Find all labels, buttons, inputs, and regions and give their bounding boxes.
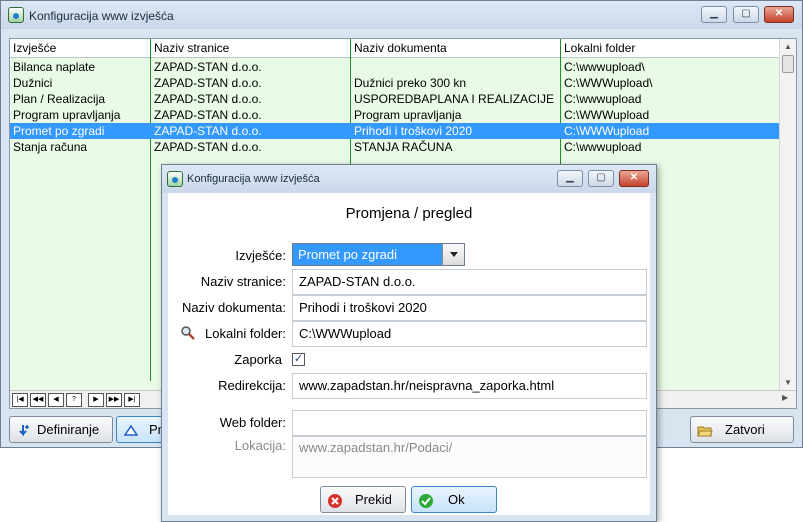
zaporka-label: Zaporka [234,352,282,367]
nav-last-button[interactable]: ▶| [124,393,140,407]
naziv-stranice-label: Naziv stranice: [200,274,286,289]
folder-open-icon [697,422,713,438]
cell-izvjesce: Dužnici [13,76,53,90]
scroll-thumb[interactable] [782,55,794,73]
lokalni-folder-field[interactable]: C:\WWWupload [292,321,647,347]
dialog-heading: Promjena / pregled [345,205,473,222]
definiranje-button[interactable]: Definiranje [9,416,113,443]
lokacija-field: www.zapadstan.hr/Podaci/ [292,436,647,478]
chevron-down-icon[interactable] [442,244,464,265]
dialog-maximize-button[interactable]: ▢ [588,170,614,187]
cell-lokalni-folder: C:\WWWupload [564,124,650,138]
main-window-title: Konfiguracija www izvješća [29,9,174,23]
cell-naziv-dokumenta [351,59,560,75]
scroll-up-arrow-icon[interactable]: ▲ [780,39,796,55]
cell-izvjesce: Bilanca naplate [13,60,96,74]
cancel-x-icon [327,492,343,508]
column-header-naziv-stranice[interactable]: Naziv stranice [151,39,350,58]
lokacija-label: Lokacija: [234,438,286,453]
cell-naziv-stranice: ZAPAD-STAN d.o.o. [154,108,262,122]
table-row[interactable]: Bilanca naplate ZAPAD-STAN d.o.o. C:\www… [10,59,780,75]
prekid-label: Prekid [355,492,392,507]
dialog-titlebar[interactable]: Konfiguracija www izvješća ▁ ▢ ✕ [162,165,656,193]
edit-dialog: Konfiguracija www izvješća ▁ ▢ ✕ Promjen… [161,164,657,522]
arrow-down-plus-icon [16,422,32,438]
cell-lokalni-folder: C:\wwwupload [564,92,642,106]
izvjesce-selected-value: Promet po zgradi [298,247,397,262]
column-header-naziv-dokumenta[interactable]: Naziv dokumenta [351,39,560,58]
web-folder-label: Web folder: [219,415,286,430]
cell-lokalni-folder: C:\WWWupload [564,108,650,122]
cell-izvjesce: Plan / Realizacija [13,92,106,106]
scroll-right-arrow-icon[interactable]: ▶ [782,393,788,402]
nav-first-button[interactable]: |◀ [12,393,28,407]
cell-naziv-dokumenta: Dužnici preko 300 kn [354,76,467,90]
checkmark-icon [418,492,434,508]
dialog-close-button[interactable]: ✕ [619,170,649,187]
grid-header: Izvješće Naziv stranice Naziv dokumenta … [10,39,780,58]
maximize-button[interactable]: ▢ [733,6,759,23]
cell-naziv-stranice: ZAPAD-STAN d.o.o. [154,92,262,106]
cell-naziv-stranice: ZAPAD-STAN d.o.o. [154,140,262,154]
app-icon [167,171,183,187]
cell-naziv-dokumenta: Prihodi i troškovi 2020 [354,124,473,138]
table-row[interactable]: Stanja računa ZAPAD-STAN d.o.o. STANJA R… [10,139,780,155]
redirekcija-label: Redirekcija: [218,378,286,393]
izvjesce-combobox[interactable]: Promet po zgradi [292,243,465,266]
dialog-title: Konfiguracija www izvješća [187,173,320,185]
cell-naziv-dokumenta: Program upravljanja [354,108,462,122]
cell-naziv-stranice: ZAPAD-STAN d.o.o. [154,60,262,74]
vertical-scrollbar[interactable]: ▲ ▼ [779,39,796,391]
cell-izvjesce: Stanja računa [13,140,88,154]
cell-izvjesce: Program upravljanja [13,108,121,122]
cell-izvjesce: Promet po zgradi [13,124,105,138]
table-row-selected[interactable]: Promet po zgradi ZAPAD-STAN d.o.o. Priho… [10,123,780,139]
cell-naziv-dokumenta: USPOREDBAPLANA I REALIZACIJE [354,92,555,106]
dialog-body: Promjena / pregled Izvješće: Promet po z… [168,193,650,515]
izvjesce-label: Izvješće: [235,248,286,263]
redirekcija-field[interactable]: www.zapadstan.hr/neispravna_zaporka.html [292,373,647,399]
column-header-lokalni-folder[interactable]: Lokalni folder [561,39,780,58]
cell-lokalni-folder: C:\wwwupload [564,140,642,154]
scroll-down-arrow-icon[interactable]: ▼ [780,375,796,391]
app-icon [8,7,24,23]
zatvori-label: Zatvori [725,422,765,437]
definiranje-label: Definiranje [37,422,100,437]
naziv-dokumenta-label: Naziv dokumenta: [181,300,286,315]
zaporka-checkbox[interactable]: ✓ [292,353,305,366]
cell-naziv-dokumenta: STANJA RAČUNA [354,140,453,154]
zatvori-button[interactable]: Zatvori [690,416,794,443]
table-row[interactable]: Dužnici ZAPAD-STAN d.o.o. Dužnici preko … [10,75,780,91]
main-titlebar[interactable]: Konfiguracija www izvješća ▁ ▢ ✕ [1,1,802,29]
table-row[interactable]: Program upravljanja ZAPAD-STAN d.o.o. Pr… [10,107,780,123]
triangle-up-icon [123,422,139,438]
naziv-dokumenta-field[interactable]: Prihodi i troškovi 2020 [292,295,647,321]
dialog-minimize-button[interactable]: ▁ [557,170,583,187]
cell-naziv-stranice: ZAPAD-STAN d.o.o. [154,124,262,138]
prekid-button[interactable]: Prekid [320,486,406,513]
nav-prev-page-button[interactable]: ◀◀ [30,393,46,407]
ok-button[interactable]: Ok [411,486,497,513]
minimize-button[interactable]: ▁ [701,6,727,23]
naziv-stranice-field[interactable]: ZAPAD-STAN d.o.o. [292,269,647,295]
cell-naziv-stranice: ZAPAD-STAN d.o.o. [154,76,262,90]
column-header-izvjesce[interactable]: Izvješće [10,39,150,58]
lokalni-folder-label: Lokalni folder: [205,326,286,341]
nav-next-button[interactable]: ▶ [88,393,104,407]
ok-label: Ok [448,492,465,507]
cell-lokalni-folder: C:\wwwupload\ [564,60,645,74]
nav-next-page-button[interactable]: ▶▶ [106,393,122,407]
web-folder-field[interactable] [292,410,647,436]
nav-prev-button[interactable]: ◀ [48,393,64,407]
cell-lokalni-folder: C:\WWWupload\ [564,76,653,90]
nav-search-button[interactable]: ? [66,393,82,407]
table-row[interactable]: Plan / Realizacija ZAPAD-STAN d.o.o. USP… [10,91,780,107]
close-button[interactable]: ✕ [764,6,794,23]
